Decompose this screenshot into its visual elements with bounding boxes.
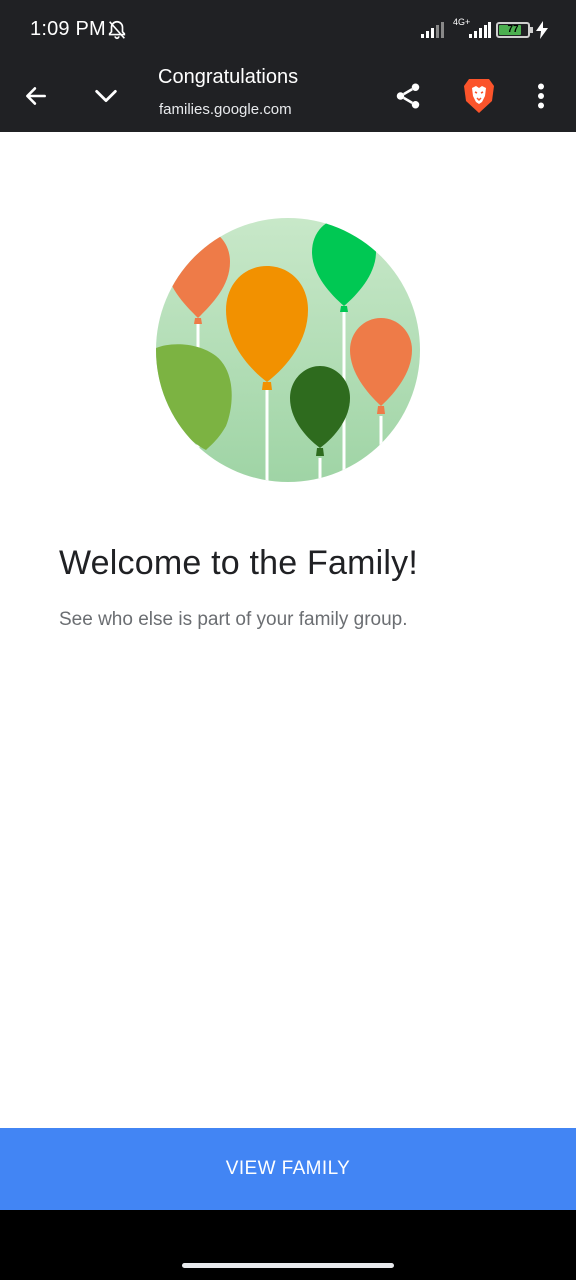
more-options-button[interactable] [517,72,565,120]
signal-strength-4g-icon [469,22,491,38]
back-arrow-icon [26,87,46,105]
welcome-heading: Welcome to the Family! [59,544,418,582]
home-gesture-handle[interactable] [182,1263,394,1268]
brave-shields-button[interactable] [455,72,503,120]
back-button[interactable] [12,72,60,120]
charging-bolt-icon [536,21,548,39]
minimize-button[interactable] [82,72,130,120]
signal-strength-icon [421,22,444,38]
welcome-subtext: See who else is part of your family grou… [59,609,408,630]
battery-icon: 77 [496,22,530,38]
browser-toolbar: Congratulations families.google.com [0,60,576,132]
bell-off-icon [108,20,126,40]
system-navigation-bar [0,1210,576,1280]
brave-lion-icon [464,79,494,113]
more-vert-icon [538,83,544,109]
share-icon [396,83,420,109]
page-url: families.google.com [159,101,292,118]
battery-level-text: 77 [507,24,519,35]
status-time: 1:09 PM [30,18,106,40]
battery-tip [530,27,533,33]
network-type-label: 4G+ [453,17,471,27]
balloons-illustration [156,218,420,482]
share-button[interactable] [384,72,432,120]
page-title: Congratulations [158,66,299,88]
status-bar: 1:09 PM 4G+ 77 [0,0,576,60]
chevron-down-icon [95,89,117,103]
view-family-button[interactable]: VIEW FAMILY [0,1128,576,1210]
page-content: Welcome to the Family! See who else is p… [0,132,576,1128]
